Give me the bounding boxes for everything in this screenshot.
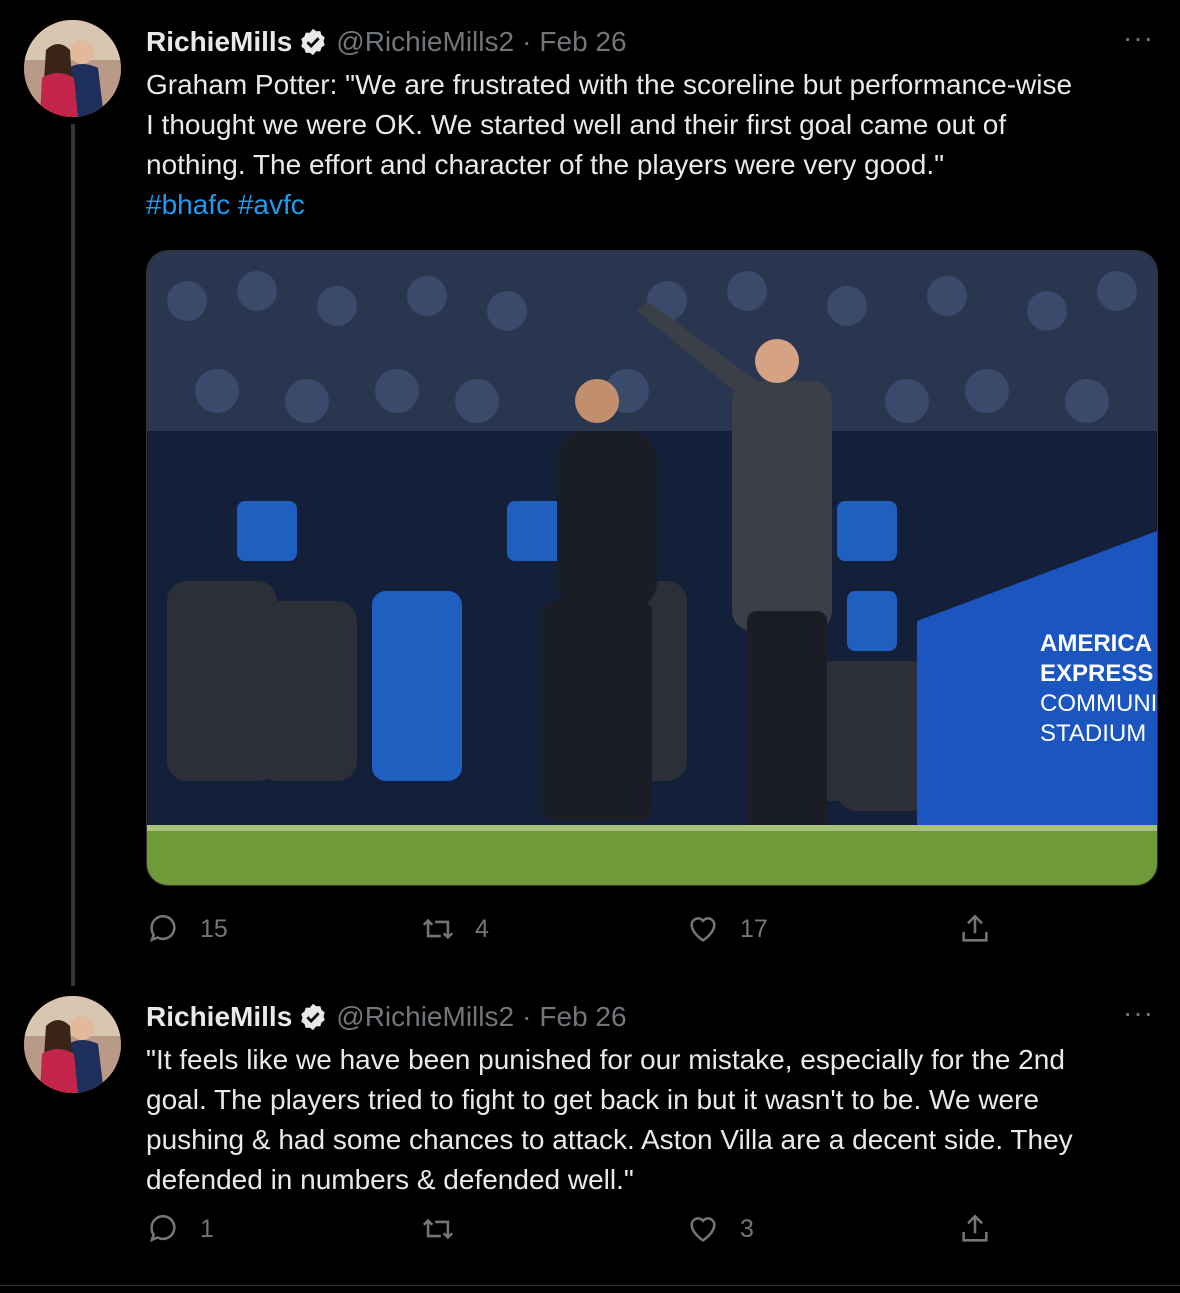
timestamp[interactable]: Feb 26 [539,1001,626,1033]
display-name[interactable]: RichieMills [146,26,292,58]
hashtags-line: #bhafc #avfc [146,185,1156,225]
retweet-button[interactable]: 4 [421,912,489,946]
reply-count: 15 [200,914,228,943]
retweet-icon [422,918,454,940]
tweet-photo[interactable]: AMERICA EXPRESS COMMUNIT STADIUM [146,250,1158,886]
like-icon [690,1217,716,1242]
tweet[interactable]: RichieMills @RichieMills2 · Feb 26 ··· G… [0,0,1180,986]
share-button[interactable] [958,1212,992,1246]
retweet-count: 4 [475,914,489,943]
verified-badge-icon [301,1003,326,1031]
like-icon [690,917,716,942]
like-button[interactable]: 3 [686,1212,754,1246]
handle[interactable]: @RichieMills2 [336,26,514,58]
like-button[interactable]: 17 [686,912,768,946]
tweet[interactable]: RichieMills @RichieMills2 · Feb 26 ··· "… [0,985,1180,1286]
text-line: pushing & had some chances to attack. As… [146,1124,1073,1155]
handle[interactable]: @RichieMills2 [336,1001,514,1033]
hashtag-link[interactable]: #bhafc [146,189,230,220]
retweet-button[interactable] [421,1212,475,1246]
share-button[interactable] [958,912,992,946]
like-count: 3 [740,1214,754,1243]
like-count: 17 [740,914,768,943]
display-name[interactable]: RichieMills [146,1001,292,1033]
reply-count: 1 [200,1214,214,1243]
photo-sign-text: COMMUNIT [1040,690,1157,717]
avatar[interactable] [24,996,121,1093]
tweet-header: RichieMills @RichieMills2 · Feb 26 [146,24,627,60]
separator-dot: · [522,26,532,57]
hashtag-link[interactable]: #avfc [238,189,305,220]
share-icon [962,914,988,942]
text-line: nothing. The effort and character of the… [146,149,945,180]
tweet-text: Graham Potter: "We are frustrated with t… [146,65,1156,225]
verified-badge-icon [301,28,326,56]
tweet-header: RichieMills @RichieMills2 · Feb 26 [146,999,627,1035]
photo-sign-text: STADIUM [1040,720,1146,747]
timestamp[interactable]: Feb 26 [539,26,626,58]
text-line: goal. The players tried to fight to get … [146,1084,1040,1115]
retweet-icon [422,1218,454,1240]
reply-button[interactable]: 15 [146,912,228,946]
text-line: "It feels like we have been punished for… [146,1044,1065,1075]
text-line: Graham Potter: "We are frustrated with t… [146,69,1073,100]
tweet-actions: 1 3 [146,1212,1006,1252]
share-icon [962,1214,988,1242]
reply-icon [149,1214,176,1242]
separator-dot: · [522,1001,532,1032]
text-line: defended in numbers & defended well." [146,1164,634,1195]
more-options-icon[interactable]: ··· [1123,997,1154,1029]
more-options-icon[interactable]: ··· [1123,22,1154,54]
thread-line [71,124,75,986]
tweet-actions: 15 4 17 [146,912,1006,952]
photo-sign-text: EXPRESS [1040,660,1153,687]
avatar[interactable] [24,20,121,117]
reply-icon [149,914,176,942]
text-line: I thought we were OK. We started well an… [146,109,1007,140]
tweet-text: "It feels like we have been punished for… [146,1040,1156,1200]
reply-button[interactable]: 1 [146,1212,214,1246]
photo-sign-text: AMERICA [1040,630,1152,657]
